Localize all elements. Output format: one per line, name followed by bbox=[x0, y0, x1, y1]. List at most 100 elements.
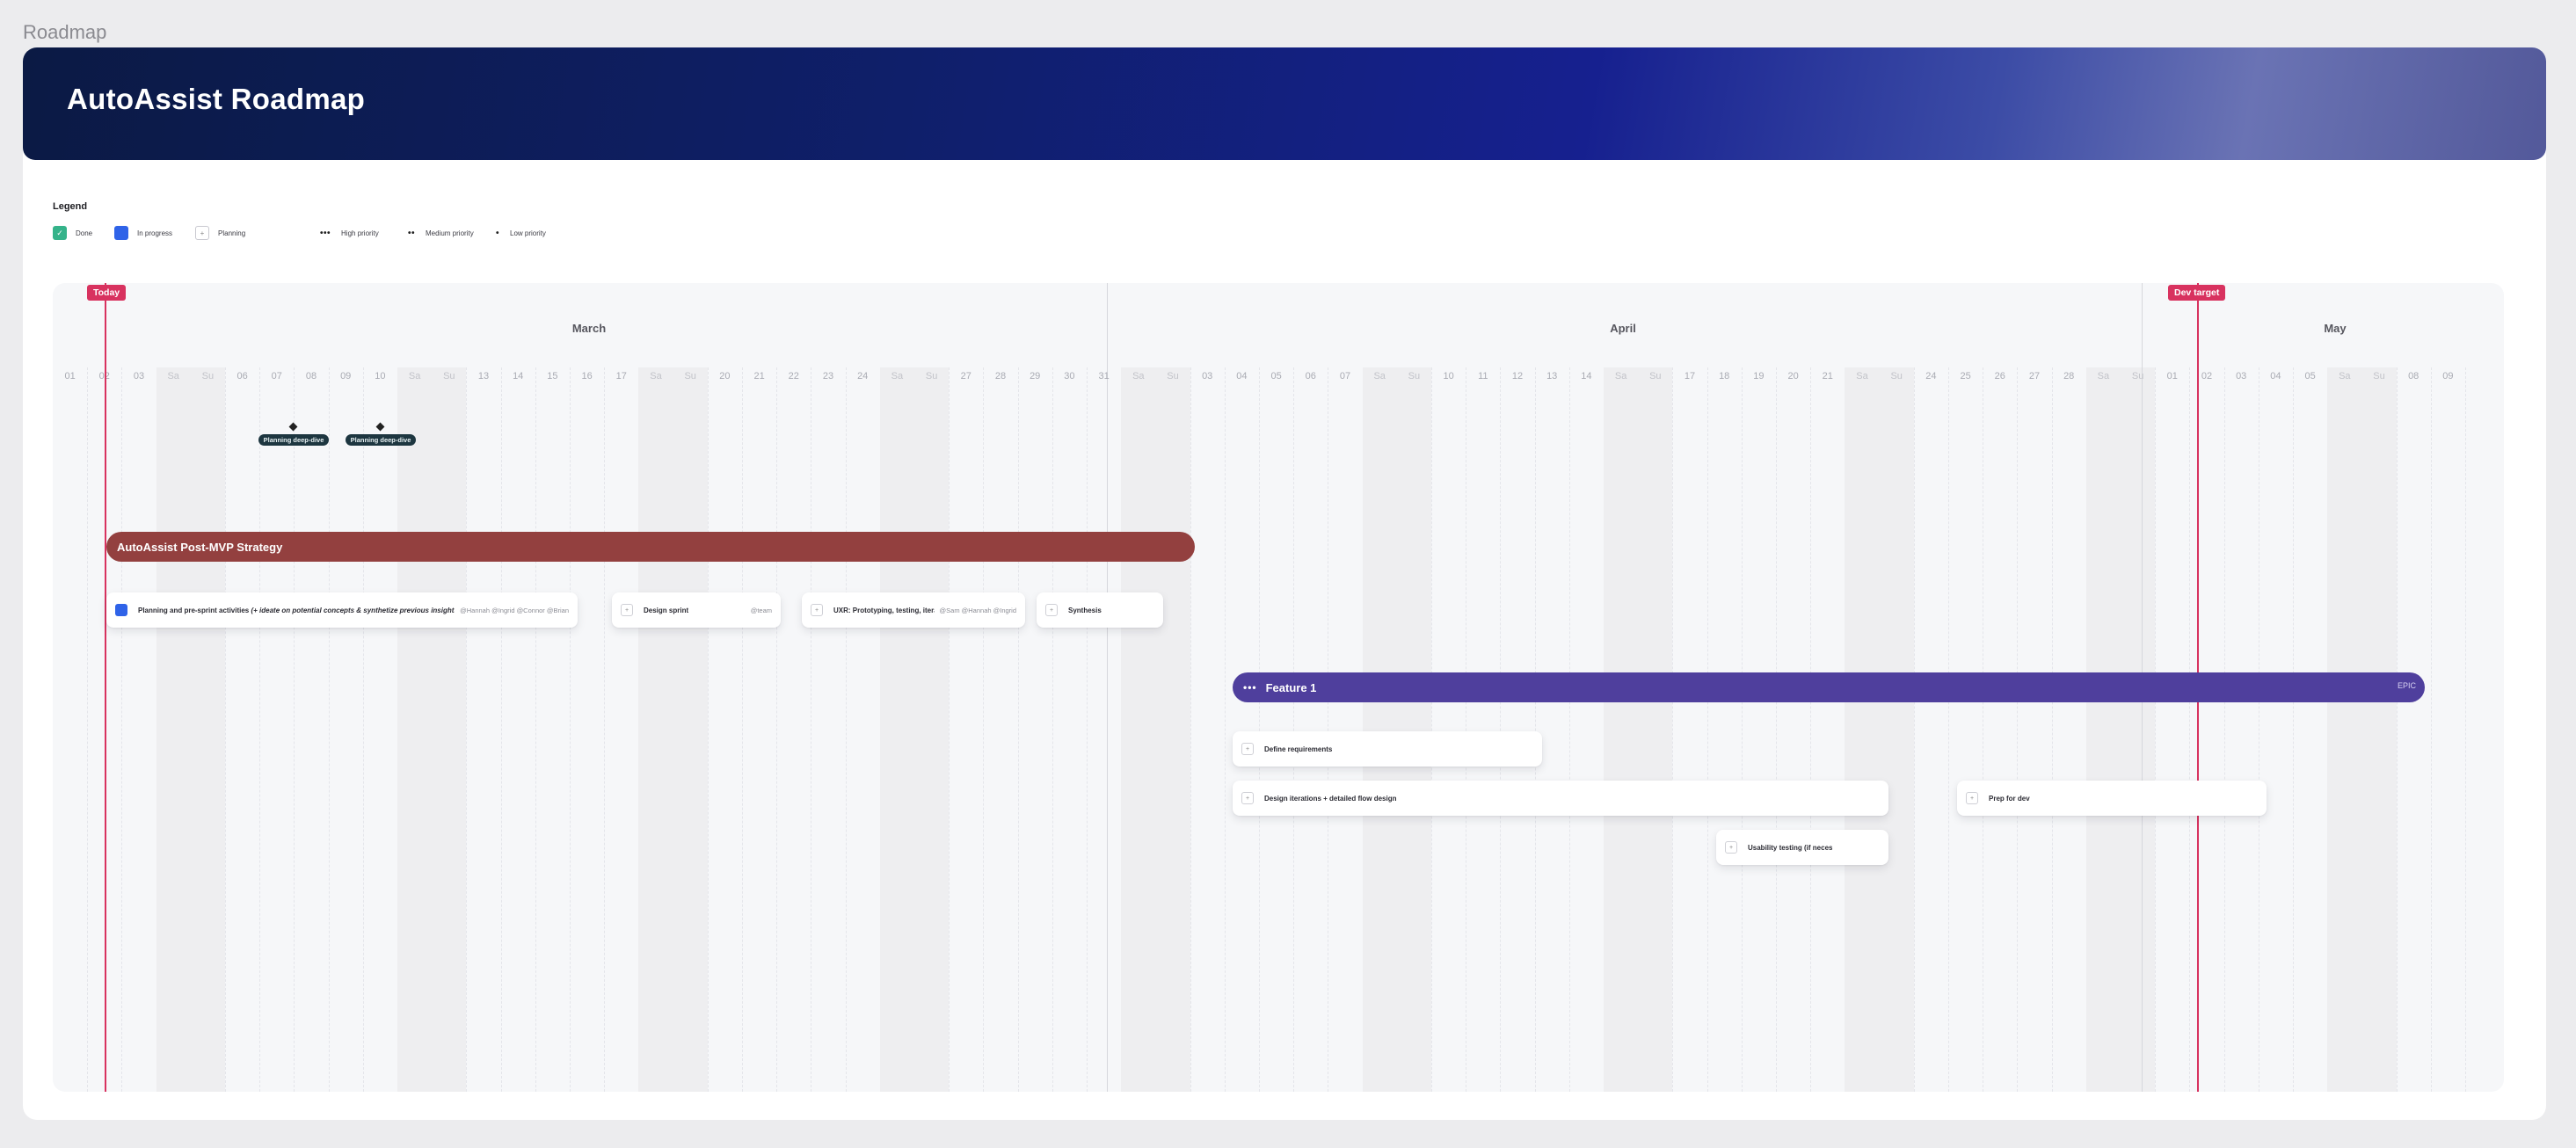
task-label: Design iterations + detailed flow design bbox=[1264, 794, 1397, 803]
weekend-column bbox=[2327, 367, 2362, 1092]
day-label: 12 bbox=[1511, 371, 1524, 381]
task-card[interactable]: + Design iterations + detailed flow desi… bbox=[1233, 781, 1888, 816]
day-label: Su bbox=[201, 371, 215, 381]
window-title: Roadmap bbox=[23, 21, 107, 43]
day-label: 28 bbox=[2063, 371, 2075, 381]
task-assignees: @Sam @Hannah @Ingrid bbox=[939, 606, 1016, 614]
task-card[interactable]: + UXR: Prototyping, testing, iterat @Sam… bbox=[802, 592, 1025, 628]
day-gridline bbox=[2396, 367, 2398, 1092]
day-gridline bbox=[1431, 367, 1432, 1092]
month-label-may: May bbox=[2324, 322, 2347, 335]
today-marker-label[interactable]: Today bbox=[87, 285, 127, 301]
day-label: 31 bbox=[1098, 371, 1110, 381]
epic-badge: EPIC bbox=[2397, 681, 2416, 690]
day-label: Su bbox=[684, 371, 696, 381]
month-label-april: April bbox=[1610, 322, 1636, 335]
day-gridline bbox=[1776, 367, 1777, 1092]
day-label: 09 bbox=[2442, 371, 2454, 381]
legend-label-medium-priority: Medium priority bbox=[426, 229, 474, 237]
weekend-column bbox=[914, 367, 950, 1092]
day-label: 01 bbox=[2166, 371, 2178, 381]
day-label: 04 bbox=[1236, 371, 1248, 381]
milestone[interactable]: Planning deep-dive bbox=[258, 422, 329, 450]
day-label: Sa bbox=[2097, 371, 2110, 381]
day-label: Sa bbox=[891, 371, 904, 381]
milestone[interactable]: Planning deep-dive bbox=[346, 422, 416, 450]
day-label: Sa bbox=[1132, 371, 1145, 381]
month-label-march: March bbox=[571, 322, 607, 335]
epic-title: Feature 1 bbox=[1265, 680, 1317, 694]
day-label: 13 bbox=[477, 371, 490, 381]
legend-label-planning: Planning bbox=[218, 229, 246, 237]
task-card[interactable]: + Synthesis bbox=[1037, 592, 1163, 628]
task-label: UXR: Prototyping, testing, iterat bbox=[833, 606, 935, 614]
day-gridline bbox=[2465, 367, 2466, 1092]
task-card[interactable]: + Define requirements bbox=[1233, 731, 1542, 767]
priority-dots-icon: •• bbox=[408, 228, 416, 238]
day-label: 28 bbox=[994, 371, 1007, 381]
legend-label-low-priority: Low priority bbox=[510, 229, 546, 237]
day-label: 11 bbox=[1478, 371, 1488, 381]
filled-square-icon bbox=[114, 226, 128, 240]
weekend-column bbox=[1121, 367, 1156, 1092]
task-label: Synthesis bbox=[1068, 606, 1102, 614]
day-gridline bbox=[500, 367, 502, 1092]
task-card[interactable]: Planning and pre-sprint activities (+ id… bbox=[106, 592, 578, 628]
day-gridline bbox=[225, 367, 226, 1092]
weekend-column bbox=[1155, 367, 1190, 1092]
epic-bar-post-mvp-strategy[interactable]: AutoAssist Post-MVP Strategy bbox=[106, 532, 1195, 562]
task-label: Define requirements bbox=[1264, 745, 1333, 753]
dev-target-marker-label[interactable]: Dev target bbox=[2168, 285, 2226, 301]
epic-bar-feature-1[interactable]: ••• Feature 1 EPIC bbox=[1233, 672, 2425, 702]
day-label: Sa bbox=[650, 371, 662, 381]
day-gridline bbox=[121, 367, 123, 1092]
task-label: Planning and pre-sprint activities bbox=[138, 606, 250, 614]
check-icon: ✓ bbox=[53, 226, 67, 240]
planning-status-icon: + bbox=[1966, 792, 1978, 804]
weekend-column bbox=[1845, 367, 1880, 1092]
day-label: 03 bbox=[2236, 371, 2247, 381]
task-assignees: @team bbox=[750, 606, 772, 614]
legend-label-high-priority: High priority bbox=[341, 229, 379, 237]
task-card[interactable]: + Usability testing (if neces bbox=[1716, 830, 1888, 865]
day-gridline bbox=[535, 367, 536, 1092]
today-marker-line bbox=[105, 283, 106, 1092]
day-label: Su bbox=[2131, 371, 2144, 381]
legend-item-high-priority: ••• High priority bbox=[320, 226, 379, 240]
day-label: 08 bbox=[2408, 371, 2420, 381]
timeline-grid[interactable]: March April May 01 02 03 Sa Su 06 07 08 09 10 Sa Su… bbox=[53, 283, 2504, 1092]
weekend-column bbox=[432, 367, 467, 1092]
day-label: 13 bbox=[1546, 371, 1558, 381]
day-gridline bbox=[2430, 367, 2432, 1092]
legend-label-in-progress: In progress bbox=[137, 229, 173, 237]
day-gridline bbox=[1741, 367, 1743, 1092]
day-label: Su bbox=[1167, 371, 1179, 381]
day-label: 29 bbox=[1030, 371, 1041, 381]
task-card[interactable]: + Design sprint @team bbox=[612, 592, 781, 628]
task-label: Prep for dev bbox=[1989, 794, 2030, 803]
header-banner: AutoAssist Roadmap bbox=[23, 47, 2546, 160]
day-label: 24 bbox=[857, 371, 869, 381]
legend-label-done: Done bbox=[76, 229, 93, 237]
planning-status-icon: + bbox=[811, 604, 823, 616]
day-label: Sa bbox=[1373, 371, 1386, 381]
month-separator bbox=[1107, 283, 1108, 1092]
task-label-note: (+ ideate on potential concepts & synthe… bbox=[251, 606, 455, 614]
day-gridline bbox=[87, 367, 89, 1092]
weekend-column bbox=[1638, 367, 1673, 1092]
task-card[interactable]: + Prep for dev bbox=[1957, 781, 2267, 816]
day-label: Su bbox=[2373, 371, 2385, 381]
task-label: Design sprint bbox=[644, 606, 689, 614]
milestone-label: Planning deep-dive bbox=[346, 434, 416, 446]
day-gridline bbox=[294, 367, 295, 1092]
planning-status-icon: + bbox=[1725, 841, 1737, 854]
priority-dots-icon: • bbox=[496, 228, 500, 238]
day-label: 26 bbox=[1994, 371, 2005, 381]
in-progress-status-icon bbox=[115, 604, 127, 616]
weekend-column bbox=[1396, 367, 1431, 1092]
day-gridline bbox=[1259, 367, 1260, 1092]
day-gridline bbox=[328, 367, 330, 1092]
day-gridline bbox=[1948, 367, 1949, 1092]
day-gridline bbox=[1500, 367, 1502, 1092]
day-gridline bbox=[570, 367, 571, 1092]
